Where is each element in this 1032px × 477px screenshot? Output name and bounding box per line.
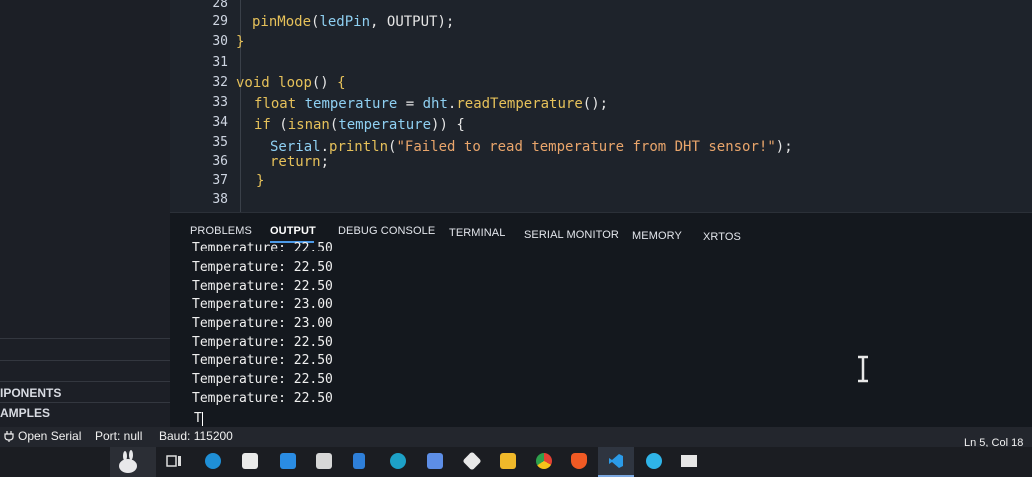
output-line: Temperature: 23.00	[192, 316, 333, 331]
vscode-icon[interactable]	[608, 453, 624, 469]
indent-guide	[240, 0, 241, 212]
line-number: 29	[212, 14, 228, 29]
tab-memory[interactable]: MEMORY	[632, 230, 682, 242]
code-line[interactable]: }	[236, 34, 244, 50]
task-view-icon[interactable]	[166, 453, 182, 469]
sidebar-divider	[0, 338, 170, 339]
text-cursor-icon	[858, 355, 868, 383]
folder-icon[interactable]	[316, 453, 332, 469]
output-line: Temperature: 22.50	[192, 391, 333, 406]
search-decor-icon	[110, 447, 156, 477]
code-line[interactable]: Serial.println("Failed to read temperatu…	[270, 139, 793, 155]
tab-xrtos[interactable]: XRTOS	[703, 231, 741, 243]
code-line[interactable]: float temperature = dht.readTemperature(…	[254, 96, 608, 112]
line-number: 34	[212, 115, 228, 130]
tab-terminal[interactable]: TERMINAL	[449, 227, 505, 239]
output-line: Temperature: 22.50	[192, 279, 333, 294]
output-input-line[interactable]: T	[194, 411, 203, 426]
code-editor[interactable]: 28 29 pinMode(ledPin, OUTPUT); 30 } 31 3…	[170, 0, 1032, 212]
store-icon[interactable]	[242, 453, 258, 469]
line-number: 30	[212, 34, 228, 49]
code-line[interactable]: pinMode(ledPin, OUTPUT);	[252, 14, 454, 30]
download-icon[interactable]	[353, 453, 365, 469]
plug-icon	[4, 431, 14, 442]
edge-icon[interactable]	[205, 453, 221, 469]
serial-port-selector[interactable]: Port: null	[95, 429, 142, 443]
line-number: 36	[212, 154, 228, 169]
sidebar-section-components[interactable]: IPONENTS	[0, 386, 61, 400]
code-line[interactable]: return;	[270, 154, 329, 170]
tab-problems[interactable]: PROBLEMS	[190, 225, 252, 237]
bottom-panel: PROBLEMS OUTPUT DEBUG CONSOLE TERMINAL S…	[170, 212, 1032, 428]
mail-icon[interactable]	[280, 453, 296, 469]
output-line: Temperature: 22.50	[192, 335, 333, 350]
network-icon[interactable]	[681, 455, 697, 467]
status-bar: Open Serial Port: null Baud: 115200 Ln 5…	[0, 427, 1032, 449]
output-line: Temperature: 23.00	[192, 297, 333, 312]
line-number: 33	[212, 95, 228, 110]
sidebar-divider	[0, 360, 170, 361]
windows-taskbar	[0, 447, 1032, 477]
explorer-sidebar: IPONENTS AMPLES	[0, 0, 170, 427]
line-number: 38	[212, 192, 228, 207]
output-line: Temperature: 22.50	[192, 241, 333, 251]
document-icon[interactable]	[427, 453, 443, 469]
chrome-icon[interactable]	[536, 453, 552, 469]
files-icon[interactable]	[500, 453, 516, 469]
sidebar-section-examples[interactable]: AMPLES	[0, 406, 50, 420]
code-line[interactable]: if (isnan(temperature)) {	[254, 117, 465, 133]
output-line: Temperature: 22.50	[192, 372, 333, 387]
tab-serial-monitor[interactable]: SERIAL MONITOR	[524, 229, 619, 241]
tab-debug-console[interactable]: DEBUG CONSOLE	[338, 225, 435, 237]
code-line[interactable]: }	[256, 173, 264, 189]
baud-rate-selector[interactable]: Baud: 115200	[159, 429, 233, 443]
line-number: 32	[212, 75, 228, 90]
git-icon[interactable]	[462, 451, 482, 471]
line-number: 28	[212, 0, 228, 11]
output-line: Temperature: 22.50	[192, 260, 333, 275]
open-serial-button[interactable]: Open Serial	[18, 429, 81, 443]
app2-icon[interactable]	[646, 453, 662, 469]
code-line[interactable]: void loop() {	[236, 75, 346, 91]
line-number: 37	[212, 173, 228, 188]
line-number: 35	[212, 135, 228, 150]
output-line: Temperature: 22.50	[192, 353, 333, 368]
brave-icon[interactable]	[571, 453, 587, 469]
line-number: 31	[212, 55, 228, 70]
sidebar-divider	[0, 381, 170, 382]
tab-output[interactable]: OUTPUT	[270, 225, 316, 237]
sidebar-divider	[0, 402, 170, 403]
app-icon[interactable]	[390, 453, 406, 469]
